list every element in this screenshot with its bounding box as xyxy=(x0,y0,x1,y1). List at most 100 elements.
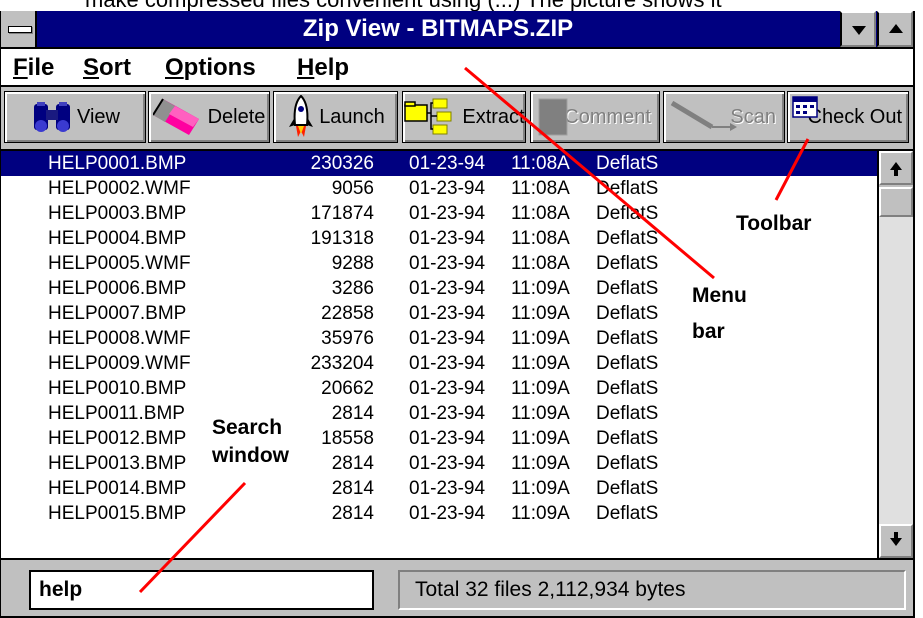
file-row[interactable]: HELP0004.BMP 191318 01-23-94 11:08A DeflatS xyxy=(1,226,877,251)
file-size: 191318 xyxy=(310,228,374,249)
search-input[interactable] xyxy=(29,570,374,610)
menu-bar: File Sort Options Help xyxy=(1,49,913,87)
file-time: 11:09A xyxy=(511,328,570,349)
file-date: 01-23-94 xyxy=(409,403,486,424)
file-row[interactable]: HELP0008.WMF 35976 01-23-94 11:09A DeflatS xyxy=(1,326,877,351)
scroll-thumb[interactable] xyxy=(879,187,913,217)
file-row[interactable]: HELP0011.BMP 2814 01-23-94 11:09A DeflatS xyxy=(1,401,877,426)
file-time: 11:08A xyxy=(511,178,570,199)
file-method: DeflatS xyxy=(596,278,659,299)
file-size: 2814 xyxy=(331,453,374,474)
file-row[interactable]: HELP0003.BMP 171874 01-23-94 11:08A DeflatS xyxy=(1,201,877,226)
window-title: Zip View - BITMAPS.ZIP xyxy=(302,15,574,42)
file-rows: HELP0001.BMP 230326 01-23-94 11:08A DeflatS H… xyxy=(1,151,877,526)
toolbar: View Delete Launch Extract Comment Scan … xyxy=(1,87,913,151)
file-date: 01-23-94 xyxy=(409,428,486,449)
file-date: 01-23-94 xyxy=(409,228,486,249)
file-name: HELP0012.BMP xyxy=(48,428,187,449)
title-bar: Zip View - BITMAPS.ZIP xyxy=(1,11,913,49)
vertical-scrollbar[interactable] xyxy=(877,151,913,558)
file-time: 11:09A xyxy=(511,453,570,474)
file-row[interactable]: HELP0002.WMF 9056 01-23-94 11:08A DeflatS xyxy=(1,176,877,201)
file-name: HELP0010.BMP xyxy=(48,378,187,399)
system-menu-button[interactable] xyxy=(1,11,37,47)
file-size: 2814 xyxy=(331,503,374,524)
scan-probe-icon xyxy=(670,100,737,131)
file-row[interactable]: HELP0014.BMP 2814 01-23-94 11:09A DeflatS xyxy=(1,476,877,501)
menu-file[interactable]: File xyxy=(13,54,54,82)
maximize-button[interactable] xyxy=(877,11,913,47)
system-menu-icon xyxy=(8,26,32,33)
file-size: 22858 xyxy=(321,303,374,324)
file-name: HELP0004.BMP xyxy=(48,228,187,249)
rocket-icon xyxy=(289,95,314,137)
file-method: DeflatS xyxy=(596,428,659,449)
file-name: HELP0015.BMP xyxy=(48,503,187,524)
check-out-label: Check Out xyxy=(807,105,902,128)
minimize-button[interactable] xyxy=(840,11,876,47)
file-name: HELP0005.WMF xyxy=(48,253,191,274)
file-date: 01-23-94 xyxy=(409,378,486,399)
file-size: 2814 xyxy=(331,403,374,424)
file-time: 11:09A xyxy=(511,428,570,449)
file-row[interactable]: HELP0001.BMP 230326 01-23-94 11:08A DeflatS xyxy=(1,151,877,176)
scroll-up-button[interactable] xyxy=(879,151,913,185)
file-method: DeflatS xyxy=(596,503,659,524)
file-name: HELP0007.BMP xyxy=(48,303,187,324)
launch-button[interactable]: Launch xyxy=(273,91,398,143)
file-time: 11:08A xyxy=(511,203,570,224)
scroll-track[interactable] xyxy=(879,187,913,524)
comment-label: Comment xyxy=(564,105,651,128)
comment-icon xyxy=(538,98,568,136)
file-row[interactable]: HELP0012.BMP 18558 01-23-94 11:09A DeflatS xyxy=(1,426,877,451)
file-name: HELP0014.BMP xyxy=(48,478,187,499)
background-caption-text: make compressed files convenient using (… xyxy=(0,0,923,11)
file-method: DeflatS xyxy=(596,228,659,249)
file-row[interactable]: HELP0007.BMP 22858 01-23-94 11:09A DeflatS xyxy=(1,301,877,326)
view-label: View xyxy=(77,105,120,128)
eraser-icon xyxy=(152,98,199,135)
file-time: 11:09A xyxy=(511,378,570,399)
file-date: 01-23-94 xyxy=(409,253,486,274)
file-row[interactable]: HELP0015.BMP 2814 01-23-94 11:09A DeflatS xyxy=(1,501,877,526)
file-row[interactable]: HELP0010.BMP 20662 01-23-94 11:09A DeflatS xyxy=(1,376,877,401)
file-row[interactable]: HELP0013.BMP 2814 01-23-94 11:09A DeflatS xyxy=(1,451,877,476)
file-date: 01-23-94 xyxy=(409,303,486,324)
maximize-arrow-icon xyxy=(889,24,903,33)
file-date: 01-23-94 xyxy=(409,153,486,174)
file-time: 11:09A xyxy=(511,353,570,374)
scan-button[interactable]: Scan xyxy=(663,91,785,143)
file-method: DeflatS xyxy=(596,478,659,499)
scroll-down-button[interactable] xyxy=(879,524,913,558)
file-method: DeflatS xyxy=(596,403,659,424)
file-size: 18558 xyxy=(321,428,374,449)
arrow-down-icon xyxy=(890,538,902,546)
file-date: 01-23-94 xyxy=(409,353,486,374)
file-date: 01-23-94 xyxy=(409,203,486,224)
file-row[interactable]: HELP0006.BMP 3286 01-23-94 11:09A DeflatS xyxy=(1,276,877,301)
file-size: 20662 xyxy=(321,378,374,399)
arrow-up-stem xyxy=(894,170,898,176)
check-out-button[interactable]: Check Out xyxy=(787,91,909,143)
file-size: 233204 xyxy=(310,353,374,374)
extract-button[interactable]: Extract xyxy=(402,91,526,143)
menu-sort[interactable]: Sort xyxy=(83,54,131,82)
file-method: DeflatS xyxy=(596,153,659,174)
menu-options[interactable]: Options xyxy=(165,54,256,82)
delete-button[interactable]: Delete xyxy=(148,91,270,143)
file-size: 9288 xyxy=(331,253,374,274)
file-row[interactable]: HELP0005.WMF 9288 01-23-94 11:08A DeflatS xyxy=(1,251,877,276)
file-name: HELP0008.WMF xyxy=(48,328,191,349)
view-button[interactable]: View xyxy=(4,91,146,143)
file-date: 01-23-94 xyxy=(409,178,486,199)
arrow-up-icon xyxy=(890,162,902,170)
comment-button[interactable]: Comment xyxy=(530,91,660,143)
file-list[interactable]: HELP0001.BMP 230326 01-23-94 11:08A DeflatS H… xyxy=(1,151,913,558)
file-size: 3286 xyxy=(331,278,374,299)
menu-help[interactable]: Help xyxy=(297,54,349,82)
file-time: 11:08A xyxy=(511,253,570,274)
calendar-icon xyxy=(792,96,818,118)
file-row[interactable]: HELP0009.WMF 233204 01-23-94 11:09A DeflatS xyxy=(1,351,877,376)
file-date: 01-23-94 xyxy=(409,503,486,524)
file-method: DeflatS xyxy=(596,178,659,199)
